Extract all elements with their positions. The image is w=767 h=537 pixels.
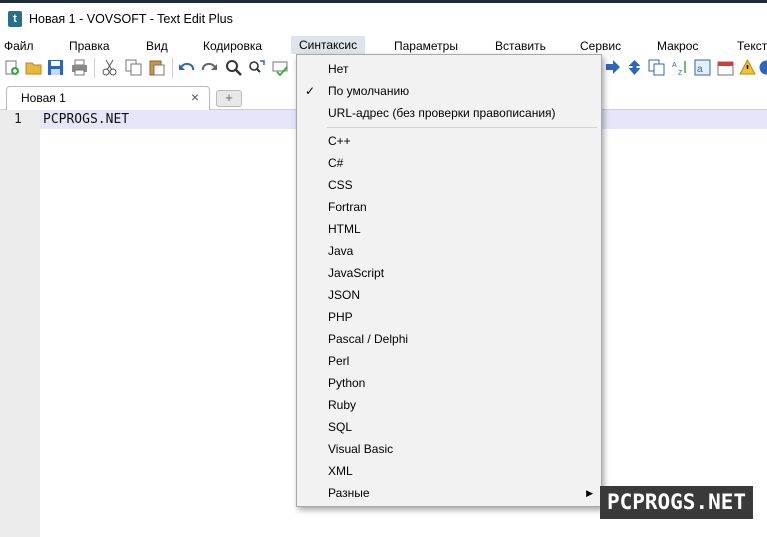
line-number: 1 xyxy=(14,112,22,127)
copy-icon[interactable] xyxy=(125,59,142,76)
syntax-item-misc[interactable]: Разные ▶ xyxy=(297,482,601,504)
open-folder-icon[interactable] xyxy=(25,59,42,76)
menu-item-label: PHP xyxy=(328,310,353,324)
line-number-gutter: 1 xyxy=(0,110,40,537)
warning-icon[interactable] xyxy=(739,59,756,76)
menu-view[interactable]: Вид xyxy=(146,38,168,54)
syntax-item-csharp[interactable]: C# xyxy=(297,152,601,174)
syntax-item-default[interactable]: ✓ По умолчанию xyxy=(297,80,601,102)
check-icon: ✓ xyxy=(305,84,316,98)
syntax-item-json[interactable]: JSON xyxy=(297,284,601,306)
desktop-strip xyxy=(0,0,767,3)
syntax-item-pascal-delphi[interactable]: Pascal / Delphi xyxy=(297,328,601,350)
duplicate-icon[interactable] xyxy=(648,59,665,76)
add-tab-button[interactable]: + xyxy=(216,90,242,107)
syntax-item-perl[interactable]: Perl xyxy=(297,350,601,372)
syntax-item-html[interactable]: HTML xyxy=(297,218,601,240)
replace-icon[interactable] xyxy=(248,59,265,76)
menu-separator xyxy=(327,127,597,128)
menu-item-label: Fortran xyxy=(328,200,367,214)
close-icon[interactable]: × xyxy=(191,89,199,105)
menu-tools[interactable]: Сервис xyxy=(580,38,621,54)
menu-item-label: Pascal / Delphi xyxy=(328,332,409,346)
spellcheck-icon[interactable] xyxy=(272,59,289,76)
menu-bar: Файл Правка Вид Кодировка Синтаксис Пара… xyxy=(0,36,767,54)
tab-label: Новая 1 xyxy=(21,91,66,105)
sort-icon[interactable]: A Z xyxy=(671,59,688,76)
menu-item-label: JSON xyxy=(328,288,361,302)
print-icon[interactable] xyxy=(71,59,88,76)
syntax-item-url[interactable]: URL-адрес (без проверки правописания) xyxy=(297,102,601,124)
menu-item-label: Python xyxy=(328,376,366,390)
menu-insert[interactable]: Вставить xyxy=(495,38,546,54)
menu-item-label: URL-адрес (без проверки правописания) xyxy=(328,106,556,120)
menu-syntax[interactable]: Синтаксис xyxy=(291,36,366,54)
syntax-item-javascript[interactable]: JavaScript xyxy=(297,262,601,284)
menu-macro[interactable]: Макрос xyxy=(657,38,698,54)
syntax-item-sql[interactable]: SQL xyxy=(297,416,601,438)
toolbar-separator xyxy=(172,58,173,78)
unicode-icon[interactable]: a xyxy=(694,59,711,76)
submenu-arrow-icon: ▶ xyxy=(586,488,593,498)
syntax-item-fortran[interactable]: Fortran xyxy=(297,196,601,218)
menu-item-label: Visual Basic xyxy=(328,442,394,456)
app-icon: t xyxy=(8,11,22,27)
syntax-item-css[interactable]: CSS xyxy=(297,174,601,196)
menu-item-label: Perl xyxy=(328,354,350,368)
menu-text[interactable]: Текст xyxy=(737,38,767,54)
toolbar-separator xyxy=(94,58,95,78)
window-title: Новая 1 - VOVSOFT - Text Edit Plus xyxy=(29,12,233,26)
syntax-item-xml[interactable]: XML xyxy=(297,460,601,482)
syntax-item-php[interactable]: PHP xyxy=(297,306,601,328)
menu-item-label: C# xyxy=(328,156,344,170)
cut-icon[interactable] xyxy=(101,59,118,76)
paste-icon[interactable] xyxy=(148,59,165,76)
undo-icon[interactable] xyxy=(178,59,195,76)
move-down-blue-icon[interactable] xyxy=(626,59,643,76)
find-icon[interactable] xyxy=(225,59,242,76)
svg-text:A: A xyxy=(672,62,677,69)
title-bar: t Новая 1 - VOVSOFT - Text Edit Plus xyxy=(0,0,767,36)
syntax-item-ruby[interactable]: Ruby xyxy=(297,394,601,416)
tab-new-1[interactable]: Новая 1 × xyxy=(6,86,210,110)
syntax-item-java[interactable]: Java xyxy=(297,240,601,262)
move-down-icon[interactable] xyxy=(604,59,621,76)
menu-item-label: По умолчанию xyxy=(328,84,410,98)
menu-item-label: Ruby xyxy=(328,398,357,412)
syntax-item-python[interactable]: Python xyxy=(297,372,601,394)
menu-item-label: Разные xyxy=(328,486,370,500)
menu-item-label: JavaScript xyxy=(328,266,385,280)
menu-item-label: HTML xyxy=(328,222,361,236)
menu-item-label: XML xyxy=(328,464,353,478)
menu-item-label: C++ xyxy=(328,134,351,148)
menu-file[interactable]: Файл xyxy=(4,38,34,54)
save-icon[interactable] xyxy=(47,59,64,76)
watermark-logo: PCPROGS.NET xyxy=(600,486,753,519)
menu-item-label: Java xyxy=(328,244,354,258)
svg-text:Z: Z xyxy=(678,70,683,76)
menu-item-label: Нет xyxy=(328,62,349,76)
syntax-dropdown-menu: Нет ✓ По умолчанию URL-адрес (без провер… xyxy=(296,54,602,507)
menu-settings[interactable]: Параметры xyxy=(394,38,458,54)
syntax-item-cpp[interactable]: C++ xyxy=(297,130,601,152)
syntax-item-none[interactable]: Нет xyxy=(297,58,601,80)
syntax-item-visual-basic[interactable]: Visual Basic xyxy=(297,438,601,460)
new-file-icon[interactable] xyxy=(3,59,20,76)
editor-line: PCPROGS.NET xyxy=(43,112,130,127)
menu-item-label: SQL xyxy=(328,420,353,434)
menu-item-label: CSS xyxy=(328,178,353,192)
redo-icon[interactable] xyxy=(201,59,218,76)
help-icon[interactable] xyxy=(758,59,767,76)
menu-encoding[interactable]: Кодировка xyxy=(203,38,262,54)
calendar-icon[interactable] xyxy=(717,59,734,76)
svg-text:a: a xyxy=(697,64,703,75)
menu-edit[interactable]: Правка xyxy=(69,38,110,54)
